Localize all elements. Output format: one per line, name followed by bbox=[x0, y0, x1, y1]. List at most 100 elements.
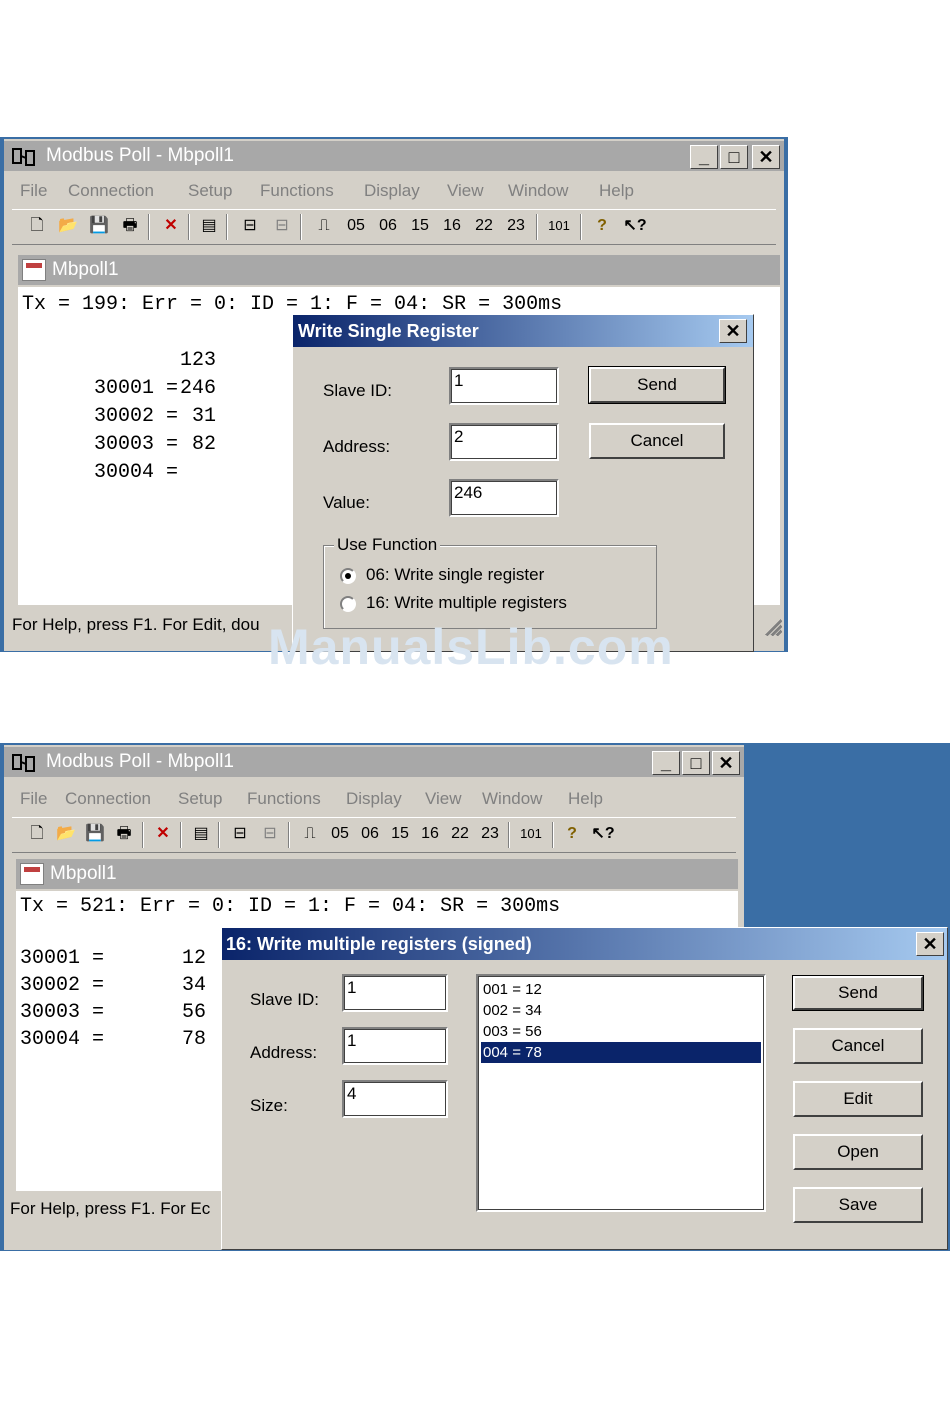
pulse-icon[interactable]: ⎍ bbox=[300, 822, 320, 846]
modbus-app-icon bbox=[12, 753, 42, 773]
edit-button[interactable]: Edit bbox=[793, 1081, 923, 1117]
menu-display[interactable]: Display bbox=[364, 181, 420, 201]
list-item[interactable]: 003 = 56 bbox=[481, 1021, 761, 1042]
context-help-icon[interactable]: ↖? bbox=[590, 822, 616, 846]
disconnect-icon[interactable]: ⊟ bbox=[270, 214, 294, 238]
delete-icon[interactable]: ✕ bbox=[160, 214, 182, 238]
close-button[interactable]: ✕ bbox=[752, 145, 780, 169]
help-icon[interactable]: ? bbox=[562, 822, 582, 846]
window-icon[interactable]: ▤ bbox=[190, 822, 212, 846]
dialog-title-bar[interactable]: Write Single Register bbox=[293, 315, 753, 347]
maximize-button[interactable]: □ bbox=[682, 751, 710, 775]
slave-id-field[interactable]: 1 bbox=[342, 974, 448, 1012]
register-address: 30004 = bbox=[94, 461, 179, 484]
size-field[interactable]: 4 bbox=[342, 1080, 448, 1118]
open-folder-icon[interactable]: 📂 bbox=[56, 214, 80, 238]
child-window-icon bbox=[22, 259, 46, 281]
window-title-bar[interactable]: Modbus Poll - Mbpoll1 bbox=[4, 141, 784, 171]
open-button[interactable]: Open bbox=[793, 1134, 923, 1170]
function-16-button[interactable]: 16 bbox=[440, 214, 464, 238]
maximize-button[interactable]: □ bbox=[720, 145, 748, 169]
cancel-button[interactable]: Cancel bbox=[589, 423, 725, 459]
dialog-close-button[interactable]: ✕ bbox=[916, 932, 944, 956]
function-05-button[interactable]: 05 bbox=[344, 214, 368, 238]
delete-icon[interactable]: ✕ bbox=[152, 822, 174, 846]
list-item-selected[interactable]: 004 = 78 bbox=[481, 1042, 761, 1063]
menu-help[interactable]: Help bbox=[599, 181, 634, 201]
menu-connection[interactable]: Connection bbox=[65, 789, 151, 809]
radio-write-multiple[interactable] bbox=[340, 596, 356, 612]
address-field[interactable]: 1 bbox=[342, 1027, 448, 1065]
register-row: 30004 = bbox=[22, 431, 178, 515]
register-value: 123 bbox=[179, 349, 216, 372]
dialog-close-button[interactable]: ✕ bbox=[719, 319, 747, 343]
radio-write-single[interactable] bbox=[340, 568, 356, 584]
print-icon[interactable]: 🖶 bbox=[118, 214, 142, 238]
close-button[interactable]: ✕ bbox=[712, 751, 740, 775]
open-folder-icon[interactable]: 📂 bbox=[54, 822, 78, 846]
toolbar-separator bbox=[180, 822, 182, 848]
register-value: 82 bbox=[191, 433, 216, 456]
function-05-button[interactable]: 05 bbox=[328, 822, 352, 846]
cancel-button[interactable]: Cancel bbox=[793, 1028, 923, 1064]
minimize-button[interactable]: _ bbox=[652, 751, 680, 775]
pulse-icon[interactable]: ⎍ bbox=[314, 214, 334, 238]
function-15-button[interactable]: 15 bbox=[388, 822, 412, 846]
register-values-list[interactable]: 001 = 12 002 = 34 003 = 56 004 = 78 bbox=[476, 974, 766, 1212]
option-write-single-label[interactable]: 06: Write single register bbox=[366, 565, 544, 585]
menu-connection[interactable]: Connection bbox=[68, 181, 154, 201]
menu-display[interactable]: Display bbox=[346, 789, 402, 809]
function-06-button[interactable]: 06 bbox=[358, 822, 382, 846]
option-write-multiple-label[interactable]: 16: Write multiple registers bbox=[366, 593, 567, 613]
send-button[interactable]: Send bbox=[588, 366, 726, 404]
new-file-icon[interactable]: 🗋 bbox=[26, 822, 48, 846]
function-16-button[interactable]: 16 bbox=[418, 822, 442, 846]
connect-icon[interactable]: ⊟ bbox=[228, 822, 252, 846]
slave-id-field[interactable]: 1 bbox=[449, 367, 559, 405]
window-icon[interactable]: ▤ bbox=[198, 214, 220, 238]
function-23-button[interactable]: 23 bbox=[478, 822, 502, 846]
save-icon[interactable]: 💾 bbox=[88, 214, 110, 238]
dialog-title-bar[interactable]: 16: Write multiple registers (signed) bbox=[222, 928, 947, 960]
menu-window[interactable]: Window bbox=[508, 181, 568, 201]
menu-view[interactable]: View bbox=[447, 181, 484, 201]
child-window-title-bar[interactable]: Mbpoll1 bbox=[18, 255, 780, 285]
list-item[interactable]: 001 = 12 bbox=[481, 979, 761, 1000]
save-icon[interactable]: 💾 bbox=[84, 822, 106, 846]
context-help-icon[interactable]: ↖? bbox=[622, 214, 648, 238]
slave-id-label: Slave ID: bbox=[250, 990, 319, 1009]
resize-grip[interactable] bbox=[766, 620, 782, 636]
minimize-button[interactable]: _ bbox=[690, 145, 718, 169]
menu-view[interactable]: View bbox=[425, 789, 462, 809]
function-15-button[interactable]: 15 bbox=[408, 214, 432, 238]
list-item[interactable]: 002 = 34 bbox=[481, 1000, 761, 1021]
menu-file[interactable]: File bbox=[20, 181, 47, 201]
help-icon[interactable]: ? bbox=[592, 214, 612, 238]
print-icon[interactable]: 🖶 bbox=[112, 822, 136, 846]
toolbar-separator bbox=[188, 214, 190, 240]
new-file-icon[interactable]: 🗋 bbox=[26, 214, 48, 238]
function-22-button[interactable]: 22 bbox=[448, 822, 472, 846]
menu-setup[interactable]: Setup bbox=[188, 181, 232, 201]
menu-file[interactable]: File bbox=[20, 789, 47, 809]
value-field[interactable]: 246 bbox=[449, 479, 559, 517]
menu-functions[interactable]: Functions bbox=[247, 789, 321, 809]
connect-icon[interactable]: ⊟ bbox=[238, 214, 262, 238]
menu-setup[interactable]: Setup bbox=[178, 789, 222, 809]
address-field[interactable]: 2 bbox=[449, 423, 559, 461]
menu-help[interactable]: Help bbox=[568, 789, 603, 809]
function-101-button[interactable]: 101 bbox=[516, 822, 546, 846]
disconnect-icon[interactable]: ⊟ bbox=[258, 822, 282, 846]
child-window-icon bbox=[20, 863, 44, 885]
send-button[interactable]: Send bbox=[792, 975, 924, 1011]
function-06-button[interactable]: 06 bbox=[376, 214, 400, 238]
window-title-bar[interactable]: Modbus Poll - Mbpoll1 bbox=[4, 747, 744, 777]
toolbar-separator bbox=[300, 214, 302, 240]
menu-window[interactable]: Window bbox=[482, 789, 542, 809]
menu-functions[interactable]: Functions bbox=[260, 181, 334, 201]
function-22-button[interactable]: 22 bbox=[472, 214, 496, 238]
function-23-button[interactable]: 23 bbox=[504, 214, 528, 238]
function-101-button[interactable]: 101 bbox=[544, 214, 574, 238]
save-button[interactable]: Save bbox=[793, 1187, 923, 1223]
child-window-title-bar[interactable]: Mbpoll1 bbox=[16, 859, 738, 889]
